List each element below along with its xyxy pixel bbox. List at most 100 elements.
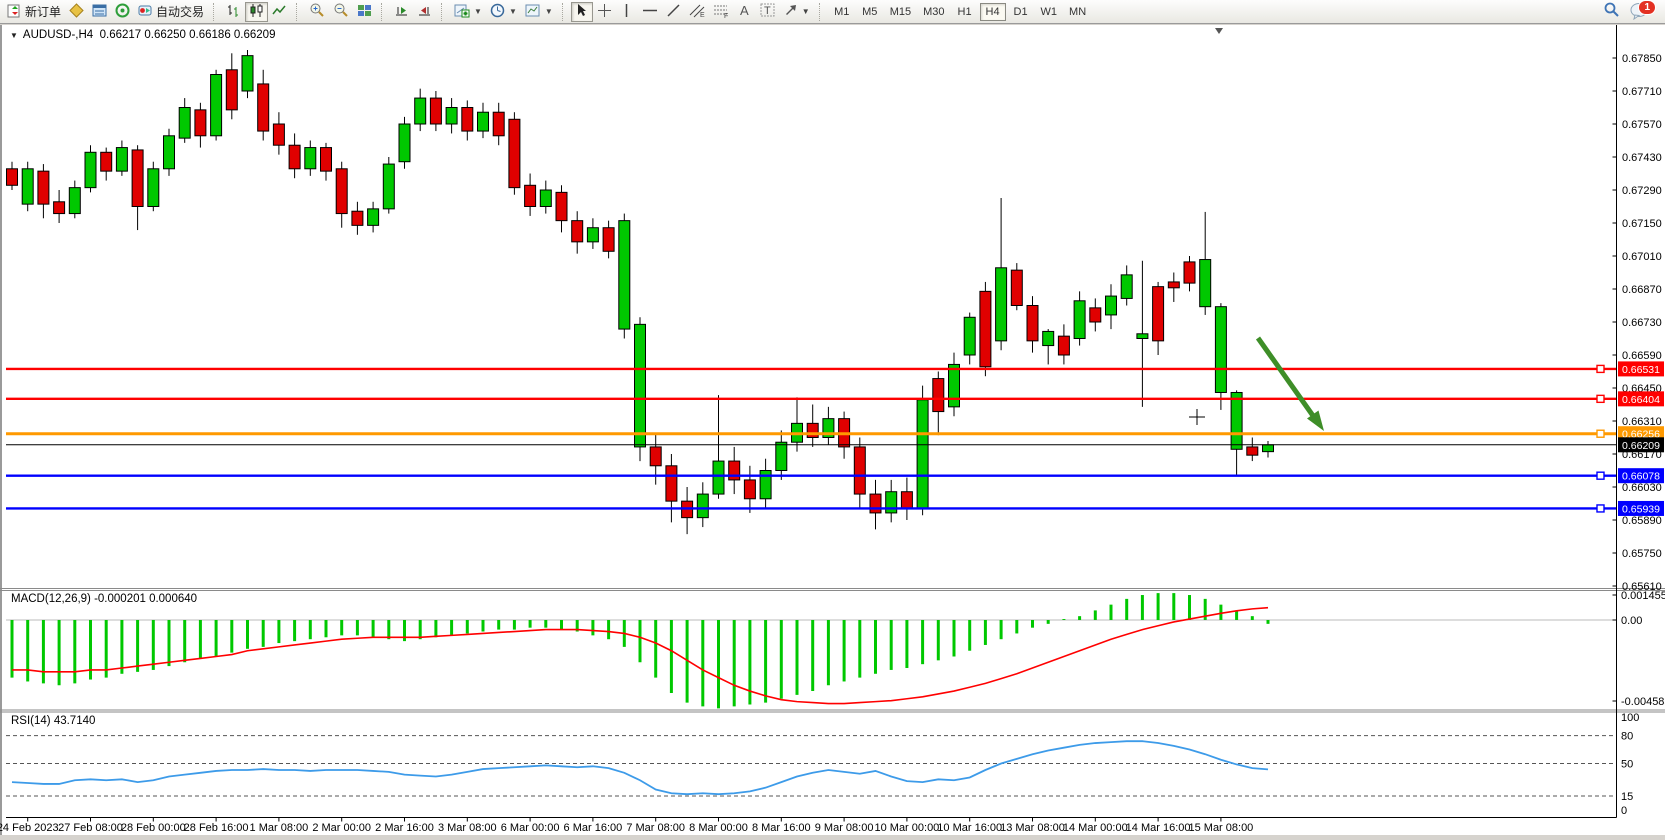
candle-body: [1137, 334, 1148, 339]
crosshair-icon: [597, 3, 612, 21]
price-axis-label: 0.67290: [1622, 185, 1662, 197]
add-indicator-icon: [454, 3, 470, 21]
new-order-button[interactable]: 新订单: [3, 2, 65, 22]
timeframe-button-h4[interactable]: H4: [980, 3, 1006, 21]
level-handle[interactable]: [1597, 505, 1604, 512]
horizontal-line-tool-button[interactable]: [638, 2, 662, 22]
candle-body: [164, 136, 175, 169]
scroll-group: [390, 2, 436, 22]
tick-chart-button[interactable]: [65, 2, 88, 22]
price-axis-label: 0.66730: [1622, 317, 1662, 329]
chevron-down-icon: ▼: [474, 7, 482, 16]
timeframe-button-m1[interactable]: M1: [829, 3, 855, 21]
vertical-line-tool-button[interactable]: [616, 2, 638, 22]
chart-plot-area[interactable]: 0.678500.677100.675700.674300.672900.671…: [0, 25, 1665, 840]
timeframe-button-w1[interactable]: W1: [1036, 3, 1063, 21]
templates-button[interactable]: ▼: [521, 2, 557, 22]
zoom-in-button[interactable]: [305, 2, 329, 22]
price-axis-label: 0.67850: [1622, 53, 1662, 65]
chart-window: 0.678500.677100.675700.674300.672900.671…: [0, 25, 1665, 840]
price-axis-label: 0.66310: [1622, 416, 1662, 428]
candle-body: [525, 185, 536, 206]
toolbar: 新订单 自动交易 ▼ ▼ ▼: [0, 0, 1665, 24]
rsi-axis-label: 100: [1621, 712, 1639, 724]
level-handle[interactable]: [1597, 395, 1604, 402]
price-axis-label: 0.66030: [1622, 482, 1662, 494]
time-axis-label: 15 Mar 08:00: [1188, 822, 1253, 834]
price-axis-label: 0.67150: [1622, 218, 1662, 230]
periods-button[interactable]: ▼: [486, 2, 521, 22]
bar-chart-button[interactable]: [222, 2, 245, 22]
candle-body: [1200, 260, 1211, 307]
svg-text:A: A: [740, 3, 749, 17]
cursor-icon: [575, 3, 588, 20]
fibonacci-tool-button[interactable]: F: [709, 2, 734, 22]
timeframe-group: M1M5M15M30H1H4D1W1MN: [828, 3, 1092, 21]
timeframe-button-m30[interactable]: M30: [918, 3, 949, 21]
toolbar-separator: [562, 3, 567, 21]
timeframe-button-m5[interactable]: M5: [857, 3, 883, 21]
timeframe-button-h1[interactable]: H1: [952, 3, 978, 21]
search-icon[interactable]: [1603, 1, 1620, 23]
autotrading-button[interactable]: 自动交易: [134, 2, 208, 22]
auto-scroll-button[interactable]: [390, 2, 413, 22]
tile-windows-button[interactable]: [353, 2, 376, 22]
price-axis-label: 0.65890: [1622, 515, 1662, 527]
text-tool-button[interactable]: A: [734, 2, 756, 22]
price-axis-label: 0.67710: [1622, 86, 1662, 98]
horizontal-line-icon: [642, 5, 658, 19]
chevron-down-icon: ▼: [545, 7, 553, 16]
candle-body: [980, 291, 991, 366]
timeframe-button-mn[interactable]: MN: [1064, 3, 1091, 21]
timeframe-button-m15[interactable]: M15: [885, 3, 916, 21]
drawn-arrow-object[interactable]: [1258, 338, 1316, 420]
indicators-button[interactable]: ▼: [450, 2, 486, 22]
channel-tool-button[interactable]: E: [685, 2, 709, 22]
chart-shift-button[interactable]: [413, 2, 436, 22]
toolbar-separator: [381, 3, 386, 21]
chat-icon[interactable]: 1: [1630, 2, 1652, 22]
text-icon: A: [738, 3, 751, 20]
candle-body: [478, 112, 489, 131]
candle-body: [462, 108, 473, 132]
trade-group: 新订单 自动交易: [3, 2, 208, 22]
level-handle[interactable]: [1597, 472, 1604, 479]
candle-body: [383, 164, 394, 209]
label-tool-button[interactable]: T: [756, 2, 779, 22]
time-axis-label: 3 Mar 08:00: [438, 822, 497, 834]
zoom-out-icon: [333, 2, 349, 21]
candle-body: [619, 221, 630, 329]
trendline-tool-button[interactable]: [662, 2, 685, 22]
line-chart-button[interactable]: [268, 2, 291, 22]
market-watch-button[interactable]: [88, 2, 111, 22]
candle-body: [1106, 296, 1117, 315]
window-bottom-edge: [0, 835, 1665, 840]
level-handle[interactable]: [1597, 430, 1604, 437]
candle-body: [807, 423, 818, 437]
signals-button[interactable]: [111, 2, 134, 22]
toolbar-separator: [441, 3, 446, 21]
chat-badge: 1: [1638, 0, 1656, 15]
arrows-tool-button[interactable]: ▼: [779, 2, 814, 22]
time-axis-label: 2 Mar 16:00: [375, 822, 434, 834]
candle-body: [101, 152, 112, 171]
time-axis-label: 8 Mar 16:00: [752, 822, 811, 834]
autotrading-label: 自动交易: [156, 3, 204, 20]
toolbar-separator: [213, 3, 218, 21]
rsi-axis-label: 80: [1621, 731, 1633, 743]
candle-body: [38, 171, 49, 204]
candle-body: [69, 188, 80, 214]
candle-body: [1090, 308, 1101, 322]
crosshair-tool-button[interactable]: [593, 2, 616, 22]
svg-text:T: T: [764, 5, 771, 17]
cursor-tool-button[interactable]: [571, 2, 593, 22]
price-axis-label: 0.66590: [1622, 350, 1662, 362]
chart-shift-marker[interactable]: [1215, 28, 1223, 34]
candle-body: [415, 98, 426, 124]
zoom-out-button[interactable]: [329, 2, 353, 22]
timeframe-button-d1[interactable]: D1: [1008, 3, 1034, 21]
candlestick-chart-button[interactable]: [245, 2, 268, 22]
bar-chart-icon: [226, 3, 241, 21]
rsi-axis-label: 50: [1621, 759, 1633, 771]
level-handle[interactable]: [1597, 365, 1604, 372]
